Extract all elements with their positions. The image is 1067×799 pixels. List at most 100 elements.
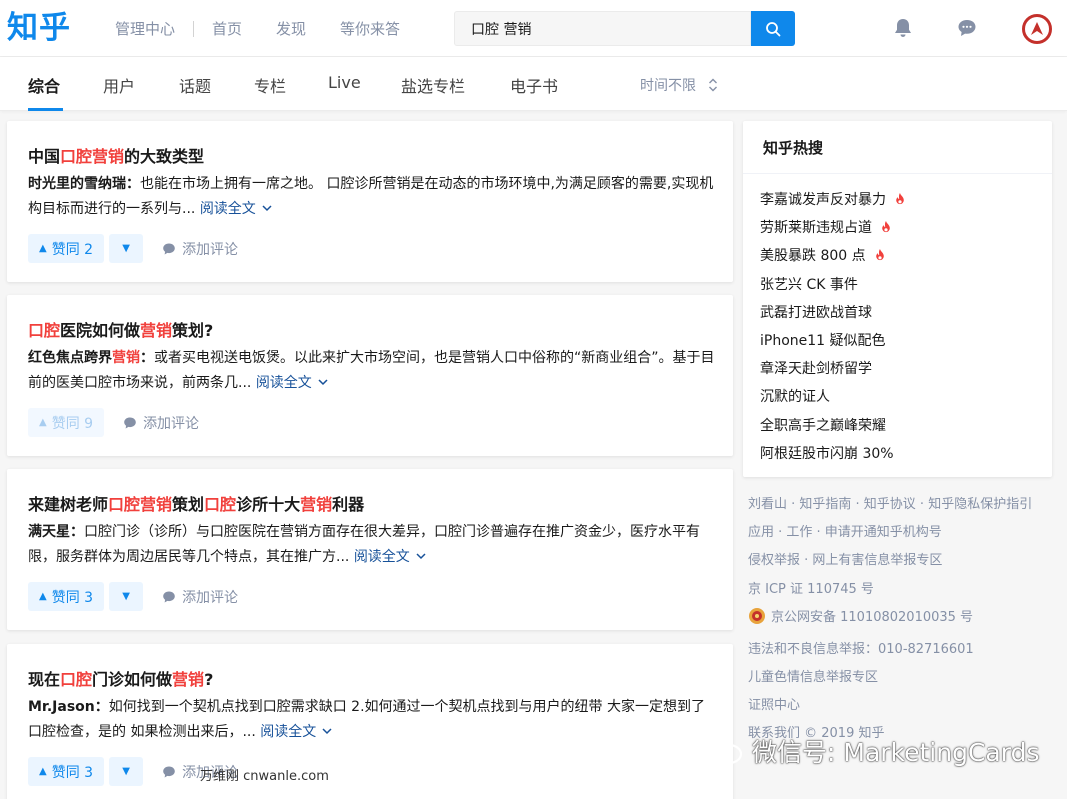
hot-search-text: iPhone11 疑似配色 (760, 333, 886, 349)
result-excerpt[interactable]: 时光里的雪纳瑞：也能在市场上拥有一席之地。 口腔诊所营销是在动态的市场环境中,为… (28, 172, 718, 222)
nav-home[interactable]: 首页 (212, 18, 242, 39)
result-card[interactable]: 口腔医院如何做营销策划? 红色焦点跨界营销：或者买电视送电饭煲。以此来扩大市场空间… (7, 295, 733, 456)
title-fragment: 口腔 (60, 670, 93, 689)
read-more-link[interactable]: 阅读全文 (195, 201, 272, 217)
result-title[interactable]: 来建树老师口腔营销策划口腔诊所十大营销利器 (28, 491, 364, 515)
author-name[interactable]: 满天星 (28, 524, 70, 540)
result-title[interactable]: 口腔医院如何做营销策划? (28, 317, 213, 341)
author-name[interactable]: 时光里的雪纳瑞 (28, 176, 126, 192)
search-input[interactable] (454, 11, 751, 46)
zhihu-logo[interactable]: 知乎 (7, 9, 71, 47)
downvote-button[interactable]: ▼ (109, 582, 144, 611)
search-button[interactable] (751, 11, 795, 46)
search-type-tabs: 综合 用户 话题 专栏 Live 盐选专栏 电子书 时间不限 (0, 57, 1067, 111)
downvote-triangle-icon: ▼ (122, 591, 130, 602)
result-title[interactable]: 中国口腔营销的大致类型 (28, 143, 204, 167)
nav-waiting-answers[interactable]: 等你来答 (340, 18, 400, 39)
read-more-label: 阅读全文 (260, 724, 317, 740)
tab-live[interactable]: Live (328, 73, 361, 92)
footer-line[interactable]: 违法和不良信息举报：010-82716601 (748, 638, 974, 657)
result-card[interactable]: 中国口腔营销的大致类型时光里的雪纳瑞：也能在市场上拥有一席之地。 口腔诊所营销是… (7, 121, 733, 282)
title-fragment: 策划? (172, 321, 214, 340)
user-avatar[interactable] (1022, 14, 1052, 44)
author-name[interactable]: 红色焦点跨界 (28, 350, 112, 366)
upvote-button[interactable]: ▲ 赞同 3 (28, 757, 105, 786)
hot-search-item[interactable]: 武磊打进欧战首球 (760, 302, 872, 322)
hot-search-text: 阿根廷股市闪崩 30% (760, 445, 894, 462)
result-excerpt[interactable]: 红色焦点跨界营销：或者买电视送电饭煲。以此来扩大市场空间，也是营销人口中俗称的“… (28, 346, 718, 396)
add-comment-button[interactable]: 添加评论 (162, 239, 238, 259)
hot-search-item[interactable]: 阿根廷股市闪崩 30% (760, 443, 894, 463)
divider (743, 173, 1052, 174)
upvote-button[interactable]: ▲ 赞同 3 (28, 582, 105, 611)
tab-users[interactable]: 用户 (103, 73, 135, 97)
comment-bubble-icon (163, 591, 175, 602)
title-fragment: 口腔 (204, 495, 237, 514)
fire-icon (882, 221, 890, 233)
main-nav: 管理中心 首页 发现 等你来答 (115, 18, 400, 39)
footer-line[interactable]: 侵权举报 · 网上有害信息举报专区 (748, 549, 942, 568)
nav-separator (193, 20, 195, 37)
upvote-button[interactable]: ▲ 赞同 2 (28, 234, 105, 263)
footer-line[interactable]: 证照中心 (748, 694, 800, 713)
hot-search-item[interactable]: 章泽天赴剑桥留学 (760, 358, 872, 378)
author-name[interactable]: Mr.Jason (28, 699, 95, 715)
result-excerpt[interactable]: Mr.Jason：如何找到一个契机点找到口腔需求缺口 2.如何通过一个契机点找到… (28, 695, 718, 745)
read-more-link[interactable]: 阅读全文 (251, 375, 328, 391)
title-fragment: 口腔 (28, 321, 61, 340)
result-card[interactable]: 现在口腔门诊如何做营销? Mr.Jason：如何找到一个契机点找到口腔需求缺口 2… (7, 644, 733, 799)
tab-salt-columns[interactable]: 盐选专栏 (401, 73, 465, 97)
upvote-triangle-icon: ▲ (39, 766, 47, 777)
title-fragment: 现在 (28, 670, 61, 689)
author-name-highlight[interactable]: 营销 (112, 350, 140, 366)
title-fragment: 口腔营销 (108, 495, 173, 514)
add-comment-button[interactable]: 添加评论 (162, 587, 238, 607)
result-card[interactable]: 来建树老师口腔营销策划口腔诊所十大营销利器 满天星：口腔门诊（诊所）与口腔医院在营… (7, 469, 733, 630)
upvote-label: 赞同 3 (51, 589, 94, 606)
avatar-logo-icon (1031, 22, 1043, 35)
read-more-link[interactable]: 阅读全文 (349, 549, 426, 565)
title-fragment: 来建树老师 (28, 495, 109, 514)
excerpt-fragment: 如何找到一个契机点找到口腔需求缺口 2.如何通过一个契机点找到与用户的纽带 大家… (28, 699, 705, 740)
active-tab-indicator (28, 108, 63, 111)
result-excerpt[interactable]: 满天星：口腔门诊（诊所）与口腔医院在营销方面存在很大差异，口腔门诊普遍存在推广资… (28, 520, 718, 570)
fire-icon (875, 249, 884, 261)
footer-line[interactable]: 应用 · 工作 · 申请开通知乎机构号 (748, 521, 942, 540)
footer-text: 违法和不良信息举报：010-82716601 (748, 642, 974, 657)
tab-ebooks[interactable]: 电子书 (510, 73, 558, 97)
footer-line[interactable]: 儿童色情信息举报专区 (748, 666, 878, 685)
tab-topics[interactable]: 话题 (179, 73, 211, 97)
hot-search-item[interactable]: 全职高手之巅峰荣耀 (760, 415, 886, 435)
footer-text: 京 ICP 证 110745 号 (748, 582, 874, 597)
footer-line[interactable]: 京 ICP 证 110745 号 (748, 578, 874, 597)
title-fragment: 营销 (172, 670, 205, 689)
comment-bubble-icon (163, 766, 175, 777)
wechat-icon (699, 736, 743, 765)
result-title[interactable]: 现在口腔门诊如何做营销? (28, 666, 213, 690)
hot-search-item[interactable]: 劳斯莱斯违规占道 (760, 217, 892, 237)
hot-search-item[interactable]: 李嘉诚发声反对暴力 (760, 189, 906, 209)
add-comment-button[interactable]: 添加评论 (123, 413, 199, 433)
notifications-button[interactable] (891, 16, 915, 40)
hot-search-item[interactable]: 张艺兴 CK 事件 (760, 274, 858, 294)
read-more-link[interactable]: 阅读全文 (256, 724, 333, 740)
hot-search-text: 武磊打进欧战首球 (760, 304, 872, 321)
tab-columns[interactable]: 专栏 (254, 73, 286, 97)
footer-line[interactable]: 刘看山 · 知乎指南 · 知乎协议 · 知乎隐私保护指引 (748, 493, 1032, 512)
hot-search-item[interactable]: 美股暴跌 800 点 (760, 245, 886, 265)
time-filter-select[interactable]: 时间不限 (640, 75, 718, 95)
footer-text: 刘看山 · 知乎指南 · 知乎协议 · 知乎隐私保护指引 (748, 497, 1033, 512)
hot-search-item[interactable]: 沉默的证人 (760, 386, 830, 406)
messages-button[interactable] (955, 16, 979, 40)
downvote-button[interactable]: ▼ (109, 757, 144, 786)
upvote-button[interactable]: ▲ 赞同 9 (28, 408, 105, 437)
nav-admin-center[interactable]: 管理中心 (115, 18, 175, 39)
tab-general[interactable]: 综合 (28, 73, 60, 97)
hot-search-item[interactable]: iPhone11 疑似配色 (760, 330, 886, 350)
hot-search-panel: 知乎热搜 李嘉诚发声反对暴力 劳斯莱斯违规占道 美股暴跌 800 点张艺兴 CK 事… (743, 121, 1052, 477)
downvote-button[interactable]: ▼ (109, 234, 144, 263)
upvote-triangle-icon: ▲ (39, 591, 47, 602)
footer-text: 京公网安备 11010802010035 号 (771, 610, 974, 625)
footer-line[interactable]: 京公网安备 11010802010035 号 (748, 606, 973, 625)
nav-explore[interactable]: 发现 (276, 18, 306, 39)
